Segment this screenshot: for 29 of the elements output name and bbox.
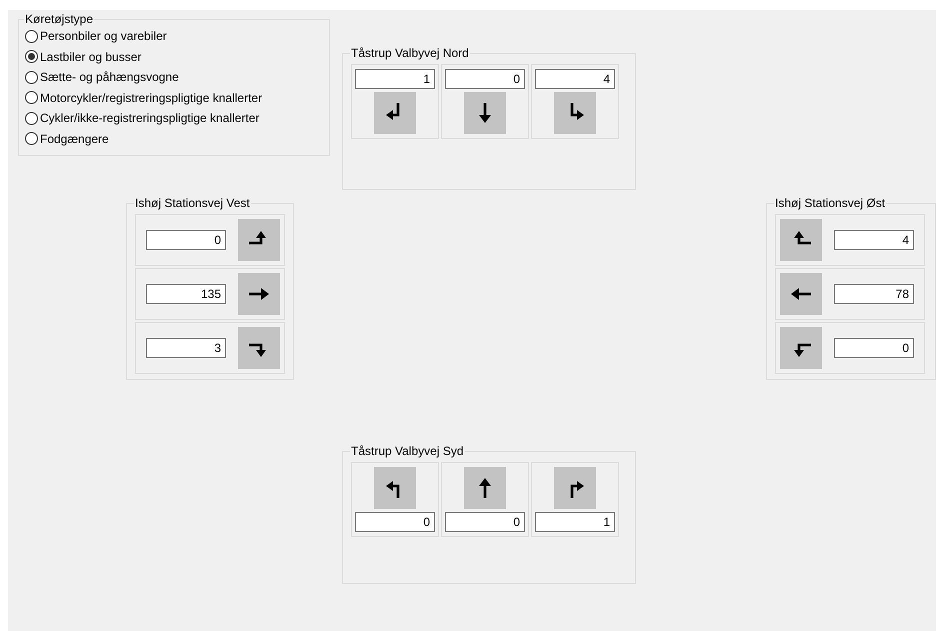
count-field[interactable]: 3 — [146, 338, 226, 358]
group-title: Køretøjstype — [24, 12, 94, 26]
radio-button[interactable] — [25, 70, 38, 84]
radio-button[interactable] — [25, 50, 38, 64]
option-label[interactable]: Cykler/ikke-registreringspligtige knallerter — [40, 111, 260, 126]
count-field[interactable]: 1 — [535, 512, 615, 532]
option-label[interactable]: Fodgængere — [40, 132, 109, 146]
count-field[interactable]: 0 — [834, 338, 914, 358]
group-title: Tåstrup Valbyvej Syd — [350, 444, 464, 458]
count-field[interactable]: 0 — [445, 512, 525, 532]
option-label[interactable]: Sætte- og påhængsvogne — [40, 70, 179, 84]
count-field[interactable]: 0 — [445, 69, 525, 89]
option-label[interactable]: Motorcykler/registreringspligtige knallerter — [40, 90, 262, 105]
group-title: Ishøj Stationsvej Vest — [134, 196, 251, 210]
radio-button[interactable] — [25, 132, 38, 146]
option-label[interactable]: Personbiler og varebiler — [40, 29, 167, 44]
group-title: Ishøj Stationsvej Øst — [774, 196, 886, 210]
count-field[interactable]: 135 — [146, 284, 226, 304]
radio-button[interactable] — [25, 30, 38, 43]
count-field[interactable]: 0 — [146, 230, 226, 250]
radio-button[interactable] — [25, 112, 38, 125]
count-field[interactable]: 0 — [355, 512, 435, 532]
count-field[interactable]: 1 — [355, 69, 435, 89]
count-field[interactable]: 4 — [834, 230, 914, 250]
radio-button[interactable] — [25, 91, 38, 104]
group-title: Tåstrup Valbyvej Nord — [350, 46, 470, 60]
count-field[interactable]: 4 — [535, 69, 615, 89]
count-field[interactable]: 78 — [834, 284, 914, 304]
option-label[interactable]: Lastbiler og busser — [40, 50, 142, 64]
